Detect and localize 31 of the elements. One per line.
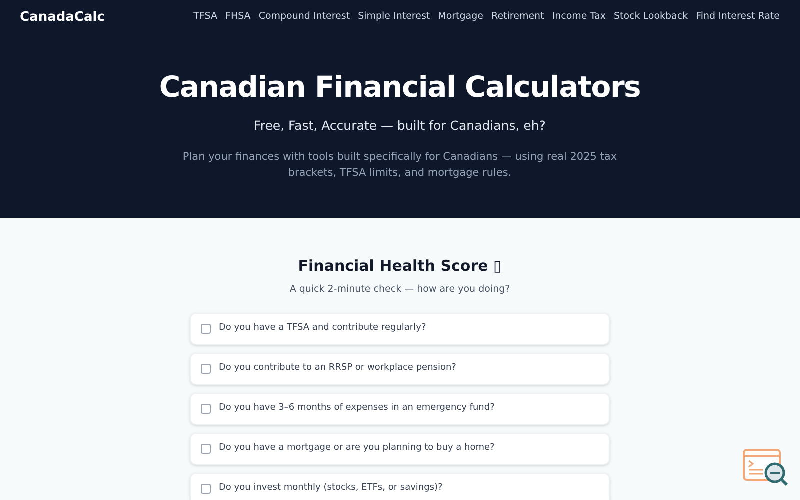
nav-link[interactable]: Simple Interest [358, 10, 430, 25]
nav-link[interactable]: Compound Interest [258, 10, 350, 25]
nav-link[interactable]: Stock Lookback [614, 10, 688, 25]
inspect-widget-icon[interactable] [742, 446, 790, 488]
nav-link[interactable]: Income Tax [552, 10, 606, 25]
nav-link[interactable]: FHSA [225, 10, 251, 25]
question-text: Do you invest monthly (stocks, ETFs, or savings)? [219, 482, 443, 495]
question-card[interactable]: Do you have a TFSA and contribute regularly? [190, 312, 610, 345]
checkbox[interactable] [201, 404, 211, 414]
checkbox[interactable] [201, 324, 211, 334]
question-card[interactable]: Do you have 3–6 months of expenses in an emergency fund? [190, 392, 610, 425]
nav-link[interactable]: TFSA [194, 10, 218, 25]
section-subtitle: A quick 2-minute check — how are you doing? [290, 282, 510, 296]
question-card[interactable]: Do you contribute to an RRSP or workplace pension? [190, 352, 610, 385]
section-title: Financial Health Score ▯ [298, 256, 502, 277]
nav-link[interactable]: Find Interest Rate [696, 10, 780, 25]
question-text: Do you have a mortgage or are you planning to buy a home? [219, 442, 495, 455]
question-card[interactable]: Do you have a mortgage or are you planning to buy a home? [190, 432, 610, 465]
hero-tagline: Free, Fast, Accurate — built for Canadians, eh? [254, 117, 546, 135]
brand-logo[interactable]: CanadaCalc [20, 8, 105, 28]
nav-link[interactable]: Retirement [492, 10, 544, 25]
hero-title: Canadian Financial Calculators [159, 73, 641, 102]
hero-description: Plan your finances with tools built specifically for Canadians — using real 2025 tax brackets, TFSA limits, and mortgage rules. [182, 150, 618, 181]
checkbox[interactable] [201, 364, 211, 374]
question-text: Do you have 3–6 months of expenses in an emergency fund? [219, 402, 495, 415]
checkbox[interactable] [201, 444, 211, 454]
question-text: Do you have a TFSA and contribute regularly? [219, 322, 426, 335]
question-text: Do you contribute to an RRSP or workplace pension? [219, 362, 456, 375]
question-card[interactable]: Do you invest monthly (stocks, ETFs, or savings)? [190, 472, 610, 500]
checkbox[interactable] [201, 484, 211, 494]
nav-link[interactable]: Mortgage [438, 10, 484, 25]
